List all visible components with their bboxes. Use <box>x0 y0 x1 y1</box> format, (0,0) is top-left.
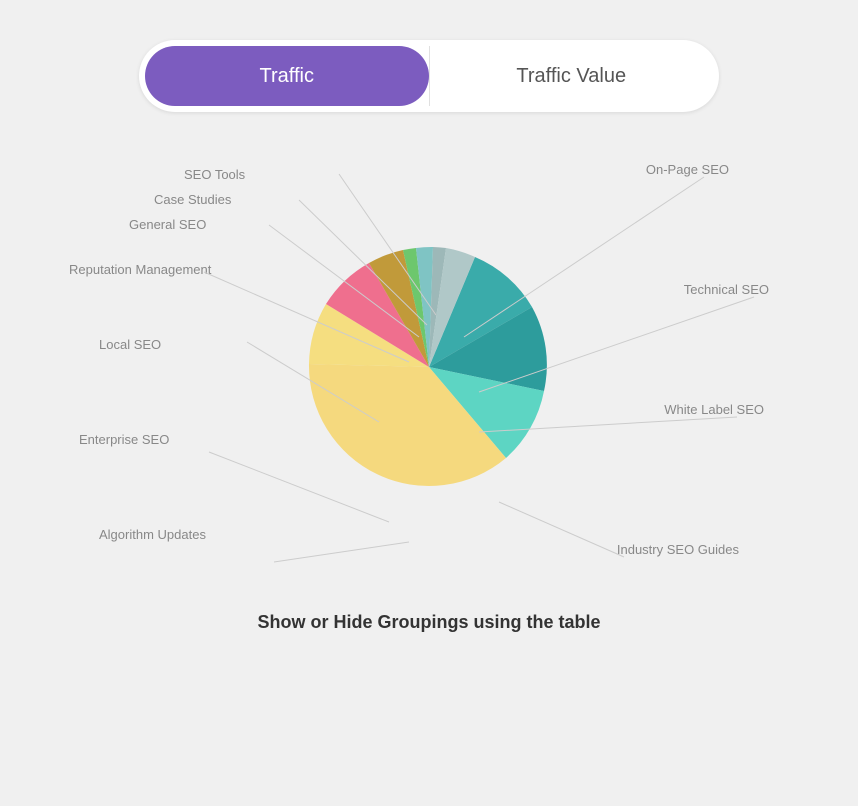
chart-area: On-Page SEO Technical SEO White Label SE… <box>69 142 789 592</box>
toggle-traffic-value-label: Traffic Value <box>516 65 626 88</box>
toggle-traffic[interactable]: Traffic <box>145 46 429 106</box>
label-enterprise-seo: Enterprise SEO <box>79 432 169 447</box>
label-industry-seo-guides: Industry SEO Guides <box>617 542 739 557</box>
pie-chart <box>299 227 559 507</box>
label-technical-seo: Technical SEO <box>684 282 769 297</box>
label-reputation-management: Reputation Management <box>69 262 211 277</box>
label-algorithm-updates: Algorithm Updates <box>99 527 206 542</box>
bottom-text: Show or Hide Groupings using the table <box>257 612 600 633</box>
label-local-seo: Local SEO <box>99 337 161 352</box>
toggle-traffic-value[interactable]: Traffic Value <box>429 46 714 106</box>
label-seo-tools: SEO Tools <box>184 167 245 182</box>
toggle-wrapper: Traffic Traffic Value <box>139 40 719 112</box>
main-container: Traffic Traffic Value <box>0 0 858 806</box>
label-on-page-seo: On-Page SEO <box>646 162 729 177</box>
toggle-traffic-label: Traffic <box>260 65 314 88</box>
label-case-studies: Case Studies <box>154 192 231 207</box>
label-general-seo: General SEO <box>129 217 206 232</box>
label-white-label-seo: White Label SEO <box>664 402 764 417</box>
